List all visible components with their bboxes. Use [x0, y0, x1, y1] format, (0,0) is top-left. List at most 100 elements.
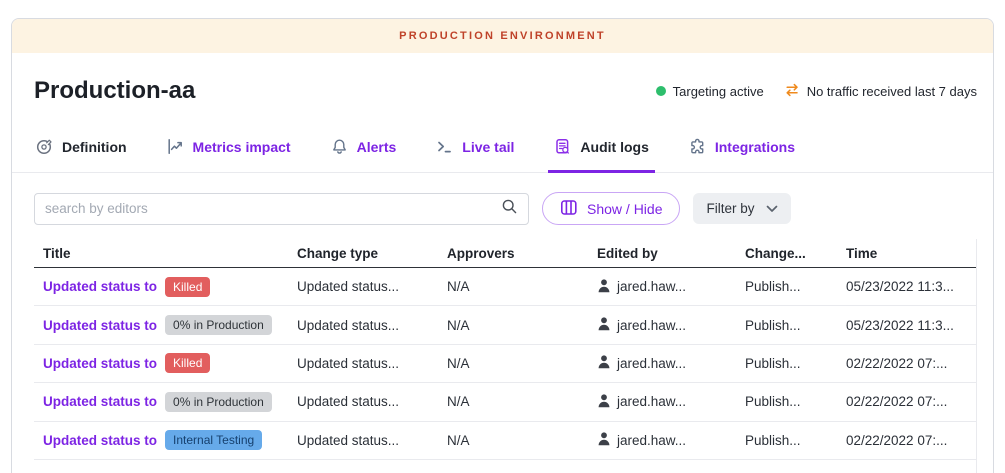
title-cell: Updated status to Killed — [34, 277, 297, 297]
title-cell: Updated status to Internal Testing — [34, 430, 297, 450]
filter-by-label: Filter by — [706, 201, 754, 216]
traffic-arrows-icon — [784, 82, 800, 101]
title-link[interactable]: Updated status to — [43, 279, 157, 294]
change-cell: Publish... — [745, 433, 846, 448]
column-header-change: Change... — [745, 246, 846, 261]
edited-by-cell: jared.haw... — [597, 393, 745, 411]
column-header-approvers: Approvers — [447, 246, 597, 261]
tab-label: Definition — [62, 139, 127, 155]
edited-by-name: jared.haw... — [617, 279, 686, 294]
flag-header: Production-aa Targeting active No traffi… — [12, 53, 993, 121]
targeting-status-label: Targeting active — [673, 84, 764, 99]
change-cell: Publish... — [745, 394, 846, 409]
change-type-cell: Updated status... — [297, 433, 447, 448]
page-title: Production-aa — [34, 77, 195, 105]
user-icon — [597, 393, 611, 411]
chevron-down-icon — [766, 201, 778, 216]
status-badge: 0% in Production — [165, 392, 272, 412]
bell-icon — [331, 138, 348, 155]
title-link[interactable]: Updated status to — [43, 318, 157, 333]
edited-by-cell: jared.haw... — [597, 316, 745, 334]
filter-by-button[interactable]: Filter by — [693, 193, 790, 224]
edited-by-name: jared.haw... — [617, 318, 686, 333]
user-icon — [597, 278, 611, 296]
title-cell: Updated status to 0% in Production — [34, 392, 297, 412]
status-badge: Killed — [165, 277, 210, 297]
banner-label: PRODUCTION ENVIRONMENT — [399, 30, 606, 42]
table-row[interactable]: Updated status to 0% in Production Updat… — [34, 383, 976, 421]
title-cell: Updated status to 0% in Production — [34, 315, 297, 335]
tab-definition[interactable]: Definition — [34, 121, 129, 172]
change-cell: Publish... — [745, 279, 846, 294]
tab-label: Integrations — [715, 139, 795, 155]
tab-metrics-impact[interactable]: Metrics impact — [165, 121, 293, 172]
approvers-cell: N/A — [447, 318, 597, 333]
edited-by-cell: jared.haw... — [597, 354, 745, 372]
tab-alerts[interactable]: Alerts — [329, 121, 399, 172]
column-header-edited-by: Edited by — [597, 246, 745, 261]
status-badge: 0% in Production — [165, 315, 272, 335]
green-dot-icon — [656, 86, 666, 96]
status-group: Targeting active No traffic received las… — [656, 82, 977, 101]
column-header-time: Time — [846, 246, 976, 261]
tab-label: Audit logs — [580, 139, 648, 155]
edited-by-cell: jared.haw... — [597, 278, 745, 296]
search-box — [34, 193, 529, 225]
tab-label: Live tail — [462, 139, 514, 155]
toolbar: Show / Hide Filter by — [12, 173, 993, 239]
status-badge: Internal Testing — [165, 430, 262, 450]
time-cell: 05/23/2022 11:3... — [846, 318, 976, 333]
time-cell: 02/22/2022 07:... — [846, 356, 976, 371]
change-type-cell: Updated status... — [297, 394, 447, 409]
puzzle-icon — [689, 138, 706, 155]
search-input[interactable] — [45, 201, 501, 216]
terminal-icon — [436, 138, 453, 155]
show-hide-button[interactable]: Show / Hide — [542, 192, 680, 225]
tab-integrations[interactable]: Integrations — [687, 121, 797, 172]
targeting-status: Targeting active — [656, 84, 764, 99]
user-icon — [597, 354, 611, 372]
tab-label: Metrics impact — [193, 139, 291, 155]
production-environment-banner: PRODUCTION ENVIRONMENT — [12, 19, 993, 53]
columns-icon — [560, 199, 578, 219]
traffic-status: No traffic received last 7 days — [784, 82, 977, 101]
edited-by-name: jared.haw... — [617, 394, 686, 409]
line-chart-icon — [167, 138, 184, 155]
change-type-cell: Updated status... — [297, 279, 447, 294]
table-row[interactable]: Updated status to Killed Updated status.… — [34, 268, 976, 306]
title-cell: Updated status to Killed — [34, 353, 297, 373]
change-type-cell: Updated status... — [297, 356, 447, 371]
gauge-icon — [36, 138, 53, 155]
show-hide-label: Show / Hide — [587, 201, 662, 217]
edited-by-name: jared.haw... — [617, 433, 686, 448]
tab-live-tail[interactable]: Live tail — [434, 121, 516, 172]
change-cell: Publish... — [745, 356, 846, 371]
table-header-row: Title Change type Approvers Edited by Ch… — [34, 239, 976, 268]
column-header-change-type: Change type — [297, 246, 447, 261]
tab-audit-logs[interactable]: Audit logs — [552, 121, 650, 172]
document-search-icon — [554, 138, 571, 155]
approvers-cell: N/A — [447, 279, 597, 294]
user-icon — [597, 431, 611, 449]
edited-by-cell: jared.haw... — [597, 431, 745, 449]
user-icon — [597, 316, 611, 334]
traffic-status-label: No traffic received last 7 days — [807, 84, 977, 99]
search-icon — [501, 198, 518, 220]
time-cell: 02/22/2022 07:... — [846, 394, 976, 409]
status-badge: Killed — [165, 353, 210, 373]
table-row[interactable]: Updated status to 0% in Production Updat… — [34, 306, 976, 344]
table-row[interactable]: Updated status to Killed Updated status.… — [34, 345, 976, 383]
environment-card: PRODUCTION ENVIRONMENT Production-aa Tar… — [11, 18, 994, 473]
column-header-title: Title — [34, 246, 297, 261]
audit-log-table: Title Change type Approvers Edited by Ch… — [34, 239, 977, 473]
title-link[interactable]: Updated status to — [43, 356, 157, 371]
approvers-cell: N/A — [447, 433, 597, 448]
table-row[interactable]: Updated status to Internal Testing Updat… — [34, 422, 976, 460]
edited-by-name: jared.haw... — [617, 356, 686, 371]
tab-bar: Definition Metrics impact Alerts — [12, 121, 993, 173]
approvers-cell: N/A — [447, 394, 597, 409]
title-link[interactable]: Updated status to — [43, 433, 157, 448]
title-link[interactable]: Updated status to — [43, 394, 157, 409]
approvers-cell: N/A — [447, 356, 597, 371]
table-body: Updated status to Killed Updated status.… — [34, 268, 976, 460]
